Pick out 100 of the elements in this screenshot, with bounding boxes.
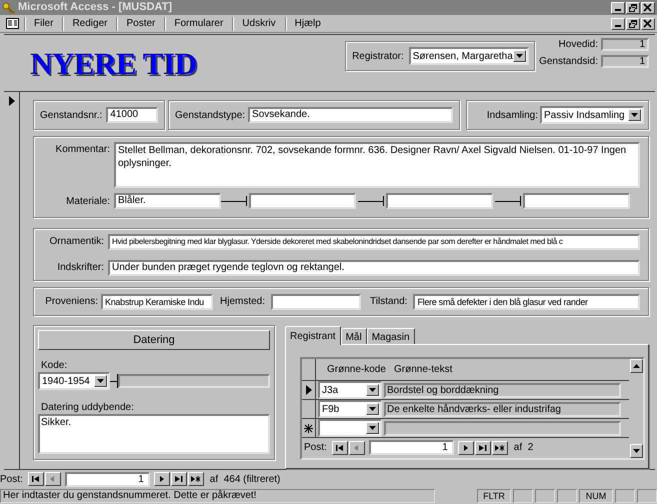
next-record-button[interactable] (154, 472, 170, 486)
text-field[interactable]: Knabstrup Keramiske Indu (101, 294, 213, 310)
menu-item[interactable]: Poster (118, 16, 164, 31)
dropdown-button[interactable] (366, 403, 379, 415)
field-label: Post: (304, 441, 327, 455)
new-row-icon (304, 424, 313, 432)
menu-item[interactable]: Hjælp (286, 16, 329, 31)
field-label: Kode: (41, 360, 68, 372)
dating-detail-field[interactable]: Sikker. (38, 414, 270, 454)
text-field[interactable]: 41000 (106, 107, 158, 123)
restore-button[interactable] (626, 18, 640, 30)
record-number-field[interactable]: 1 (368, 440, 454, 455)
menu-item[interactable]: Udskriv (234, 16, 284, 31)
connector-line (358, 196, 384, 206)
dropdown-button[interactable] (94, 375, 107, 387)
text-field[interactable]: Sovsekande. (248, 107, 453, 123)
dropdown-button[interactable] (366, 384, 379, 396)
text-field[interactable] (271, 294, 362, 310)
dropdown-button[interactable] (512, 50, 526, 62)
new-record-icon (494, 444, 505, 452)
status-panel (513, 488, 533, 502)
dating-button[interactable]: Datering (38, 330, 270, 350)
field-label: Indskrifter: (56, 261, 104, 275)
minimize-button[interactable] (611, 18, 625, 30)
restore-icon (628, 2, 638, 12)
row-selector[interactable] (302, 419, 316, 437)
restore-button[interactable] (626, 2, 640, 14)
last-record-button[interactable] (474, 440, 491, 454)
previous-record-button[interactable] (348, 440, 365, 454)
first-record-button[interactable] (332, 440, 348, 454)
material-field[interactable] (249, 193, 356, 209)
close-button[interactable] (641, 18, 655, 30)
id-field: 1 (601, 38, 649, 51)
close-icon (643, 2, 653, 12)
close-button[interactable] (641, 2, 655, 14)
menu-item[interactable]: Filer (26, 16, 62, 31)
tab[interactable]: Registrant (285, 326, 341, 345)
status-panel (557, 488, 577, 502)
minimize-icon (615, 9, 621, 11)
menu-item[interactable]: Rediger (64, 16, 116, 31)
field-label: Datering uddybende: (41, 402, 135, 414)
material-field[interactable] (523, 193, 630, 209)
scroll-down-icon (633, 449, 640, 453)
last-record-button[interactable] (170, 472, 187, 486)
field-label: Ornamentik: (48, 235, 104, 249)
id-field: 1 (601, 55, 649, 68)
caret-icon (631, 113, 638, 117)
field-label: Registrator: (352, 50, 404, 64)
tab[interactable]: Magasin (366, 328, 415, 344)
scrollbar[interactable] (629, 359, 643, 458)
next-record-button[interactable] (458, 440, 474, 454)
caret-icon (516, 54, 523, 58)
new-record-button[interactable] (492, 440, 508, 454)
form-title: NYERE TID (30, 47, 196, 81)
first-icon (334, 444, 345, 452)
menu-item[interactable]: Formularer (166, 16, 232, 31)
dropdown-field[interactable]: 1940-1954 (38, 372, 110, 390)
material-field[interactable]: Blåler. (114, 193, 221, 209)
dropdown-button[interactable] (366, 422, 379, 434)
form-icon (6, 18, 18, 29)
caret-icon (369, 426, 376, 430)
column-header: Grønne-kode (327, 363, 387, 377)
status-indicator: FLTR (477, 488, 511, 502)
field-label: Indsamling: (486, 108, 538, 122)
dropdown-field[interactable]: F9b (318, 400, 382, 418)
key-icon (2, 2, 15, 14)
minimize-button[interactable] (611, 2, 625, 14)
connector-line (495, 196, 521, 206)
field-label: Genstandstype: (175, 108, 246, 122)
close-icon (643, 18, 653, 28)
status-panel (535, 488, 555, 502)
dropdown-field[interactable]: J3a (318, 381, 382, 399)
new-record-button[interactable] (188, 472, 204, 486)
connector-line (221, 196, 247, 206)
dropdown-field[interactable] (318, 419, 382, 437)
text-field[interactable]: Flere små defekter i den blå glasur ved rander (413, 294, 640, 310)
column-header: Grønne-tekst (394, 363, 452, 377)
minimize-icon (615, 25, 621, 27)
status-panel (637, 488, 657, 502)
new-record-icon (190, 475, 201, 483)
field-label: Genstandsnr.: (40, 108, 102, 122)
field-label: Kommentar: (54, 143, 110, 157)
comment-field[interactable]: Stellet Bellman, dekorationsnr. 702, sovsekande formnr. 636. Designer Ravn/ Axel Sigvald Nielsen. 01-10-97 Ingen oplysninger. (114, 142, 640, 188)
window-title: Microsoft Access - [MUSDAT] (18, 0, 172, 16)
field-label: Proveniens: (44, 295, 98, 309)
dropdown-button[interactable] (628, 109, 641, 121)
tab[interactable]: Mål (340, 328, 367, 344)
record-number-field[interactable]: 1 (64, 472, 150, 486)
dropdown-field[interactable]: Passiv Indsamling (540, 106, 644, 124)
caret-icon (369, 388, 376, 392)
first-record-button[interactable] (28, 472, 44, 486)
dropdown-field[interactable]: Sørensen, Margaretha (408, 47, 529, 65)
text-field[interactable]: Hvid pibelersbegitning med klar blyglasur. Yderside dekoreret med skabelonindridset dansende par som derefter er håndmalet med blå c (108, 234, 640, 250)
current-record-icon (306, 385, 312, 395)
material-field[interactable] (386, 193, 493, 209)
previous-record-button[interactable] (44, 472, 61, 486)
first-icon (30, 475, 41, 483)
scroll-up-icon (633, 364, 640, 368)
text-field[interactable]: Under bunden præget rygende teglovn og rektangel. (108, 260, 640, 276)
last-icon (478, 444, 488, 452)
